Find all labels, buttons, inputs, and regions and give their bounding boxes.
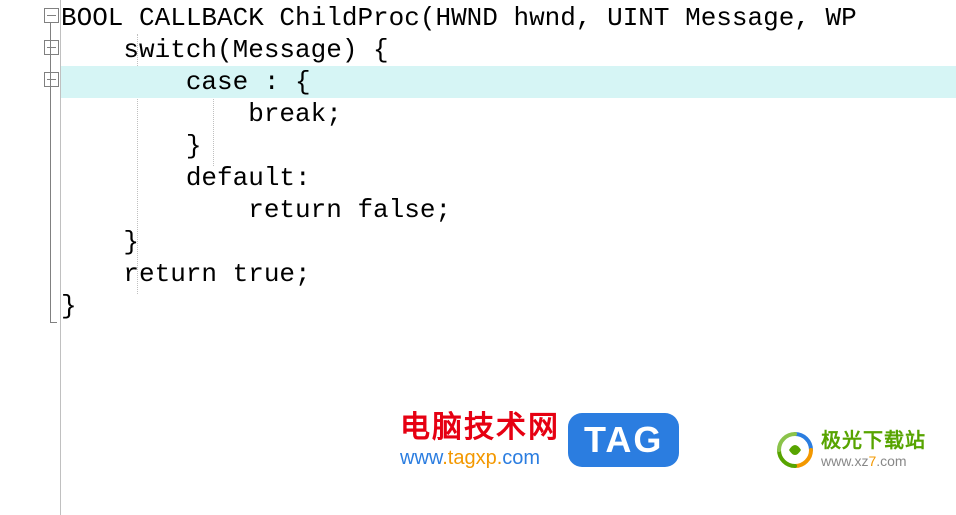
watermark2-title: 极光下载站 bbox=[821, 430, 926, 453]
watermark2-text: 极光下载站 www.xz7.com bbox=[821, 430, 926, 469]
tag-badge-icon: TAG bbox=[568, 413, 679, 467]
code-line: return false; bbox=[61, 194, 956, 226]
watermark-text: 电脑技术网 www.tagxp.com bbox=[400, 410, 560, 470]
watermark-url: www.tagxp.com bbox=[400, 446, 560, 470]
code-line: BOOL CALLBACK ChildProc(HWND hwnd, UINT … bbox=[61, 2, 956, 34]
code-current-line: case : { bbox=[61, 66, 956, 98]
fold-toggle-icon[interactable] bbox=[44, 72, 59, 87]
fold-toggle-icon[interactable] bbox=[44, 40, 59, 55]
code-line: } bbox=[61, 226, 956, 258]
code-line: return true; bbox=[61, 258, 956, 290]
fold-gutter bbox=[0, 0, 61, 515]
code-line: default: bbox=[61, 162, 956, 194]
watermark-xz7: 极光下载站 www.xz7.com bbox=[775, 430, 926, 470]
fold-line bbox=[50, 22, 51, 322]
fold-end-icon bbox=[50, 322, 57, 323]
fold-toggle-icon[interactable] bbox=[44, 8, 59, 23]
watermark-title: 电脑技术网 bbox=[400, 410, 560, 446]
watermark-tagxp: 电脑技术网 www.tagxp.com TAG bbox=[400, 410, 679, 470]
swirl-icon bbox=[775, 430, 815, 470]
code-line: switch(Message) { bbox=[61, 34, 956, 66]
watermark2-url: www.xz7.com bbox=[821, 453, 926, 469]
code-editor[interactable]: BOOL CALLBACK ChildProc(HWND hwnd, UINT … bbox=[0, 0, 956, 515]
code-line: } bbox=[61, 130, 956, 162]
code-line: } bbox=[61, 290, 956, 322]
code-line: break; bbox=[61, 98, 956, 130]
